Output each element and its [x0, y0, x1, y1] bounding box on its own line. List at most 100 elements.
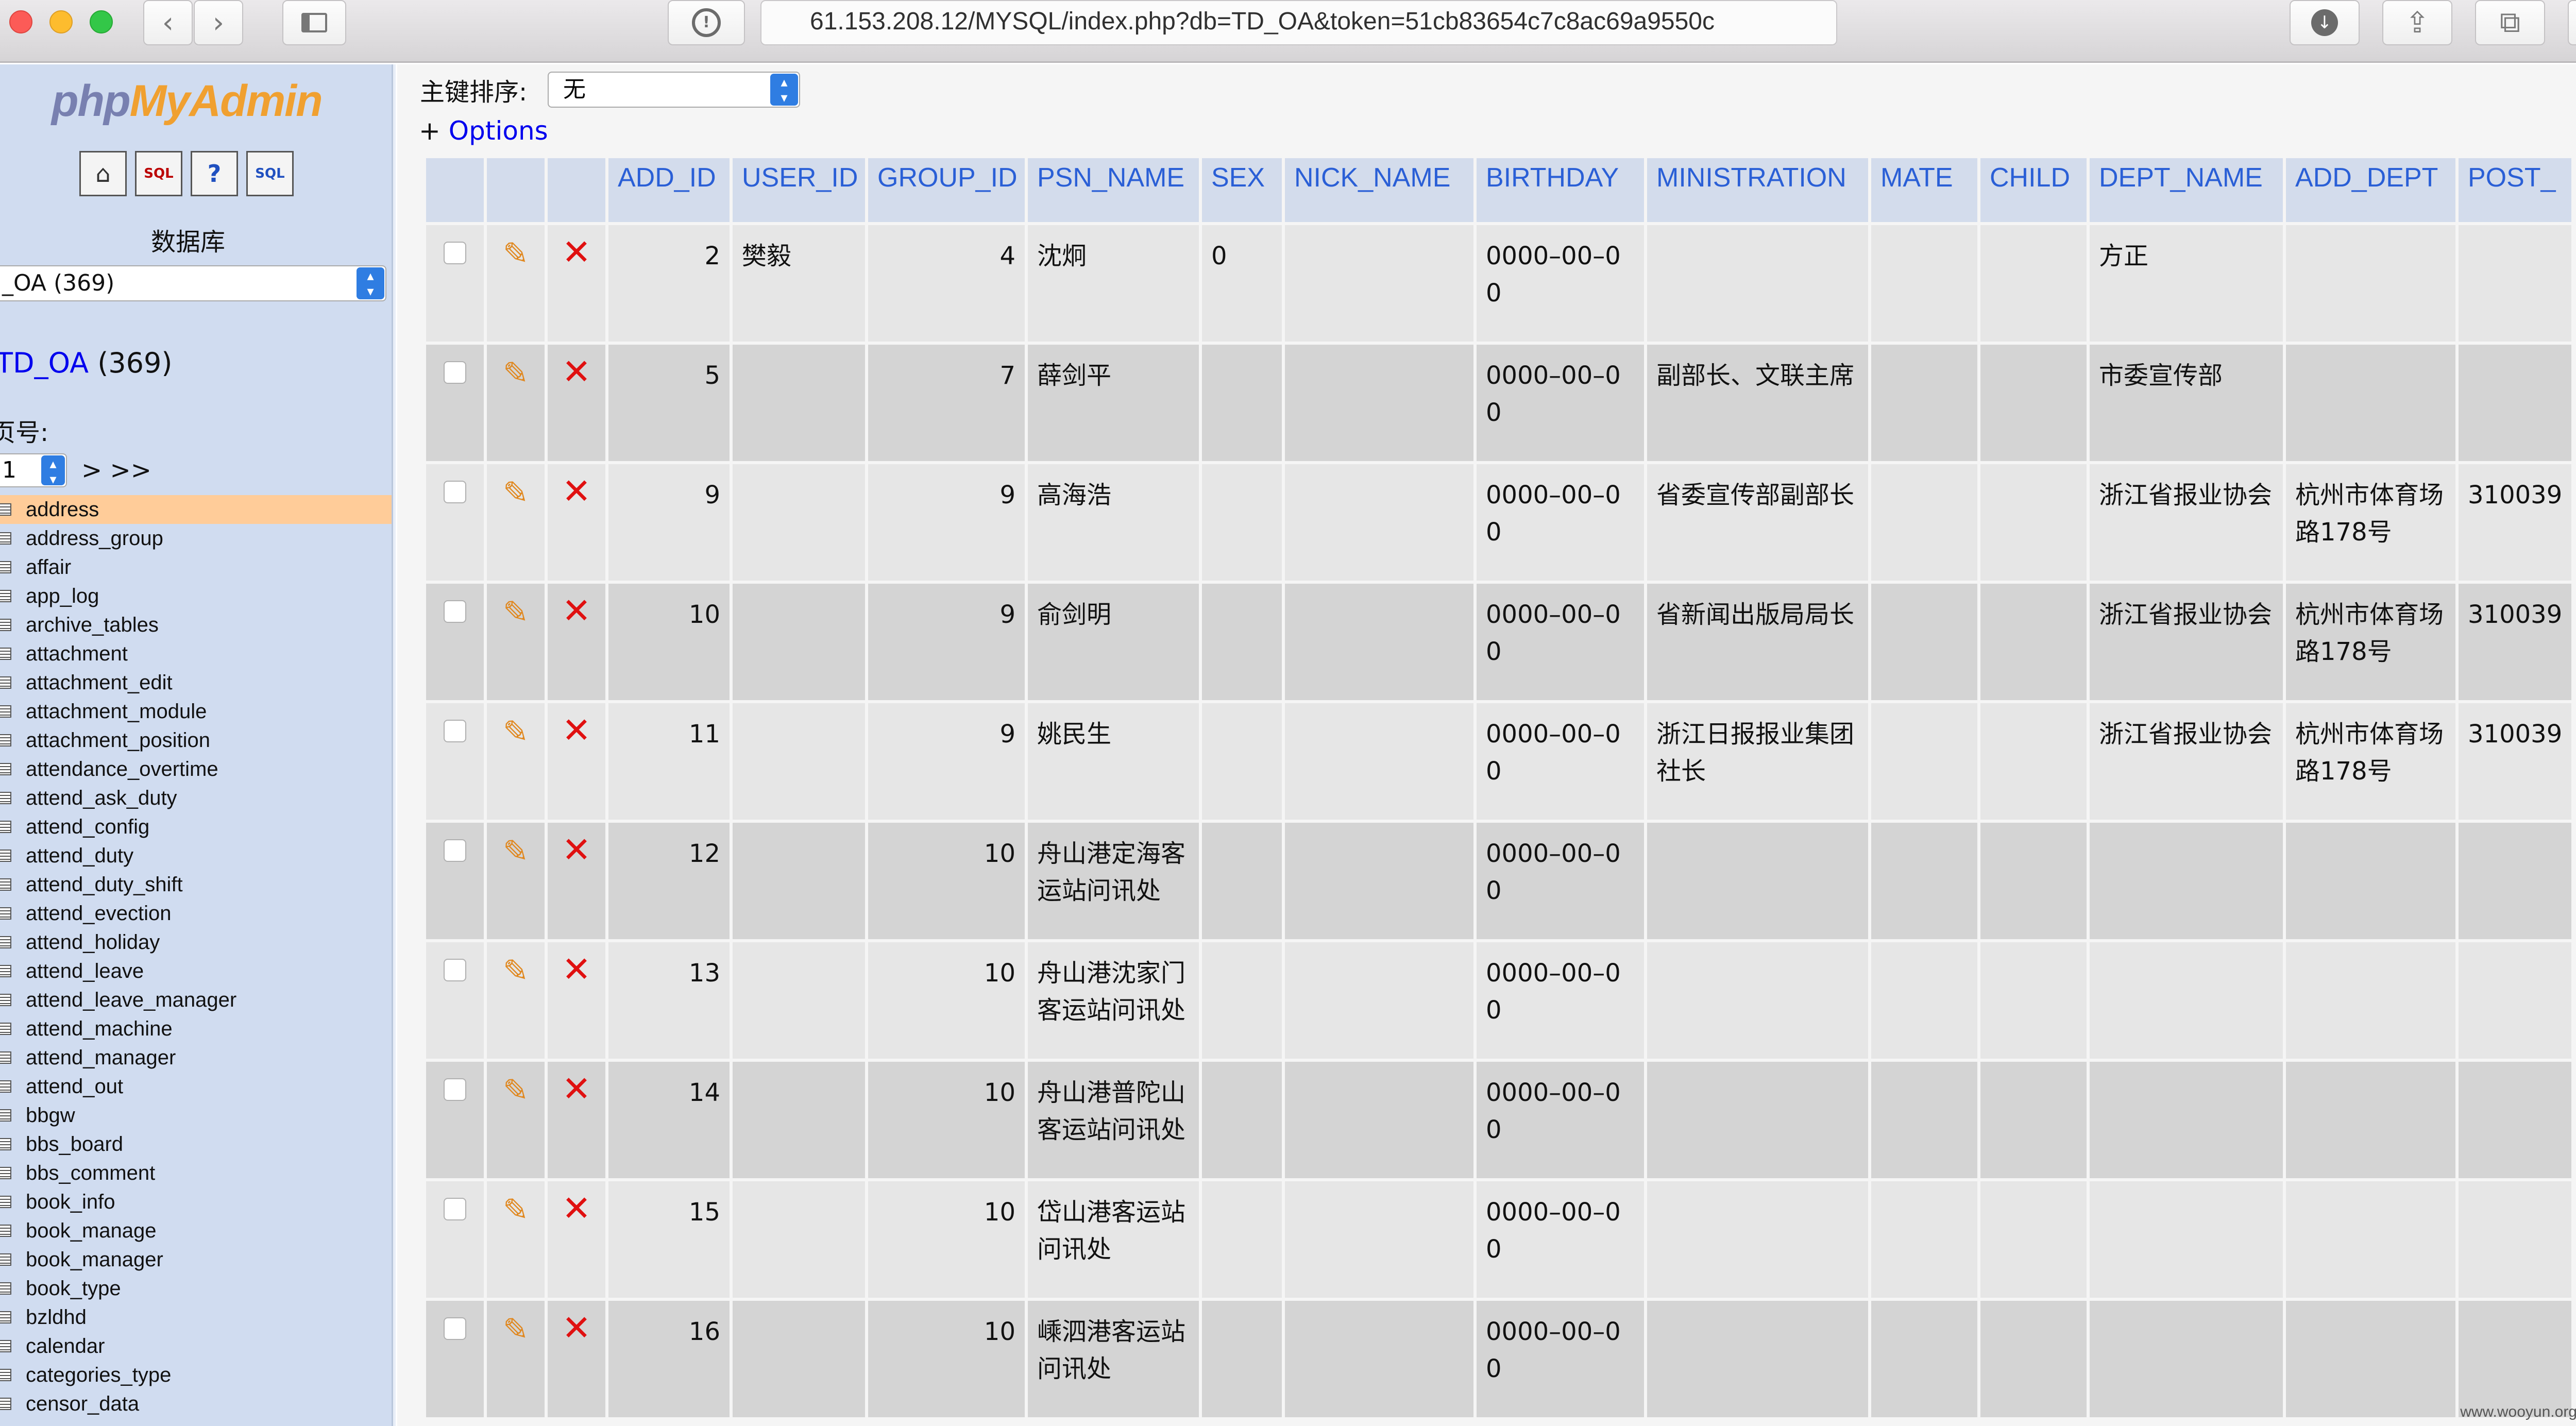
cell-ministration[interactable]: [1647, 1301, 1868, 1417]
sql-query-icon[interactable]: SQL: [135, 151, 182, 196]
cell-dept-name[interactable]: [2090, 823, 2283, 939]
column-header-add-id[interactable]: ADD_ID: [608, 158, 730, 222]
cell-dept-name[interactable]: [2090, 1181, 2283, 1298]
delete-row-icon[interactable]: ✕: [562, 473, 591, 511]
cell-nick-name[interactable]: [1285, 584, 1473, 700]
cell-post-[interactable]: [2459, 225, 2572, 342]
cell-psn-name[interactable]: 岱山港客运站问讯处: [1028, 1181, 1199, 1298]
options-toggle[interactable]: + Options: [419, 116, 548, 146]
cell-post-[interactable]: [2459, 345, 2572, 461]
database-select[interactable]: _OA (369) ▴ ▾: [0, 265, 386, 301]
cell-sex[interactable]: [1202, 1062, 1282, 1178]
cell-add-id[interactable]: 11: [608, 703, 730, 820]
cell-child[interactable]: [1980, 823, 2087, 939]
cell-mate[interactable]: [1871, 464, 1977, 581]
row-select-checkbox[interactable]: [444, 1198, 466, 1220]
cell-add-dept[interactable]: [2286, 225, 2455, 342]
cell-group-id[interactable]: 9: [868, 703, 1025, 820]
cell-post-[interactable]: 310039: [2459, 584, 2572, 700]
delete-row-icon[interactable]: ✕: [562, 1191, 591, 1228]
sidebar-table-item[interactable]: attachment_position: [0, 726, 392, 755]
sidebar-table-item[interactable]: attend_duty_shift: [0, 870, 392, 899]
cell-psn-name[interactable]: 舟山港普陀山客运站问讯处: [1028, 1062, 1199, 1178]
sidebar-table-item[interactable]: attend_manager: [0, 1043, 392, 1072]
close-window-button[interactable]: [9, 10, 32, 33]
cell-group-id[interactable]: 10: [868, 823, 1025, 939]
tabs-overview-button[interactable]: ⧉: [2475, 0, 2545, 45]
page-number-select[interactable]: 1 ▴ ▾: [0, 453, 67, 487]
cell-user-id[interactable]: [733, 584, 865, 700]
column-header-dept-name[interactable]: DEPT_NAME: [2090, 158, 2283, 222]
delete-row-icon[interactable]: ✕: [562, 952, 591, 989]
cell-sex[interactable]: [1202, 942, 1282, 1059]
cell-birthday[interactable]: 0000–00–00: [1477, 942, 1644, 1059]
cell-add-id[interactable]: 9: [608, 464, 730, 581]
cell-add-dept[interactable]: 杭州市体育场路178号: [2286, 703, 2455, 820]
cell-group-id[interactable]: 9: [868, 464, 1025, 581]
cell-add-dept[interactable]: [2286, 1181, 2455, 1298]
column-header-birthday[interactable]: BIRTHDAY: [1477, 158, 1644, 222]
cell-sex[interactable]: [1202, 823, 1282, 939]
sidebar-table-item[interactable]: attend_machine: [0, 1014, 392, 1043]
cell-nick-name[interactable]: [1285, 1301, 1473, 1417]
cell-dept-name[interactable]: [2090, 1301, 2283, 1417]
column-header-add-dept[interactable]: ADD_DEPT: [2286, 158, 2455, 222]
cell-nick-name[interactable]: [1285, 703, 1473, 820]
address-bar[interactable]: 61.153.208.12/MYSQL/index.php?db=TD_OA&t…: [760, 0, 1837, 45]
cell-ministration[interactable]: 浙江日报报业集团社长: [1647, 703, 1868, 820]
cell-sex[interactable]: [1202, 464, 1282, 581]
cell-child[interactable]: [1980, 942, 2087, 1059]
cell-nick-name[interactable]: [1285, 823, 1473, 939]
edit-row-pencil-icon[interactable]: ✎: [503, 1072, 529, 1109]
cell-user-id[interactable]: [733, 345, 865, 461]
cell-user-id[interactable]: [733, 1181, 865, 1298]
cell-dept-name[interactable]: 浙江省报业协会: [2090, 703, 2283, 820]
row-select-checkbox[interactable]: [444, 1317, 466, 1340]
frame-divider[interactable]: [392, 64, 396, 1426]
cell-ministration[interactable]: [1647, 225, 1868, 342]
cell-child[interactable]: [1980, 345, 2087, 461]
cell-post-[interactable]: [2459, 1062, 2572, 1178]
cell-add-id[interactable]: 10: [608, 584, 730, 700]
cell-sex[interactable]: [1202, 703, 1282, 820]
share-button[interactable]: ⇪: [2382, 0, 2452, 45]
sql-docs-icon[interactable]: SQL: [246, 151, 294, 196]
sidebar-table-item[interactable]: bbs_comment: [0, 1159, 392, 1187]
sidebar-table-item[interactable]: affair: [0, 553, 392, 582]
cell-psn-name[interactable]: 俞剑明: [1028, 584, 1199, 700]
sidebar-table-item[interactable]: attend_duty: [0, 841, 392, 870]
cell-psn-name[interactable]: 姚民生: [1028, 703, 1199, 820]
cell-child[interactable]: [1980, 1062, 2087, 1178]
sidebar-table-item[interactable]: bbgw: [0, 1101, 392, 1130]
downloads-button[interactable]: ↓: [2290, 0, 2360, 45]
sidebar-table-item[interactable]: categories_type: [0, 1361, 392, 1389]
cell-mate[interactable]: [1871, 1062, 1977, 1178]
cell-mate[interactable]: [1871, 345, 1977, 461]
cell-add-dept[interactable]: 杭州市体育场路178号: [2286, 464, 2455, 581]
phpmyadmin-logo[interactable]: phpMyAdmin: [52, 76, 323, 127]
cell-sex[interactable]: [1202, 1181, 1282, 1298]
cell-birthday[interactable]: 0000–00–00: [1477, 225, 1644, 342]
sidebar-table-item[interactable]: app_log: [0, 582, 392, 610]
sidebar-table-item[interactable]: attend_evection: [0, 899, 392, 928]
zoom-window-button[interactable]: [90, 10, 113, 33]
cell-add-dept[interactable]: [2286, 942, 2455, 1059]
column-header-mate[interactable]: MATE: [1871, 158, 1977, 222]
cell-psn-name[interactable]: 舟山港定海客运站问讯处: [1028, 823, 1199, 939]
cell-nick-name[interactable]: [1285, 1181, 1473, 1298]
cell-group-id[interactable]: 10: [868, 1062, 1025, 1178]
delete-row-icon[interactable]: ✕: [562, 234, 591, 271]
cell-dept-name[interactable]: 浙江省报业协会: [2090, 584, 2283, 700]
cell-child[interactable]: [1980, 225, 2087, 342]
edit-row-pencil-icon[interactable]: ✎: [503, 1311, 529, 1348]
cell-ministration[interactable]: 省新闻出版局局长: [1647, 584, 1868, 700]
sidebar-table-item[interactable]: book_info: [0, 1187, 392, 1216]
delete-row-icon[interactable]: ✕: [562, 712, 591, 750]
home-icon[interactable]: ⌂: [79, 151, 127, 196]
column-header-sex[interactable]: SEX: [1202, 158, 1282, 222]
sidebar-table-item[interactable]: address: [0, 495, 392, 524]
sidebar-toggle-button[interactable]: [282, 0, 346, 45]
row-select-checkbox[interactable]: [444, 361, 466, 384]
cell-birthday[interactable]: 0000–00–00: [1477, 584, 1644, 700]
column-header-post-[interactable]: POST_: [2459, 158, 2572, 222]
